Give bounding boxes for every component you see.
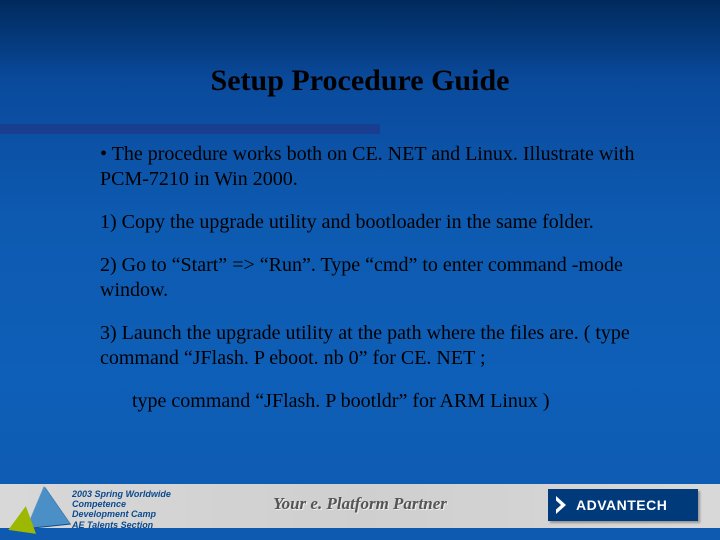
slide: Setup Procedure Guide • The procedure wo… bbox=[0, 0, 720, 540]
content-area: • The procedure works both on CE. NET an… bbox=[100, 142, 660, 432]
brand-text: ADVANTECH bbox=[576, 497, 667, 513]
advantech-logo: ADVANTECH bbox=[548, 489, 698, 521]
slide-title: Setup Procedure Guide bbox=[0, 64, 720, 98]
footer: 2003 Spring Worldwide Competence Develop… bbox=[0, 476, 720, 540]
accent-bar bbox=[0, 124, 380, 134]
chevron-icon bbox=[556, 496, 570, 514]
step-3: 3) Launch the upgrade utility at the pat… bbox=[100, 321, 660, 371]
step-3-cont: type command “JFlash. P bootldr” for ARM… bbox=[132, 389, 660, 414]
camp-line3: AE Talents Section bbox=[72, 520, 180, 530]
step-1: 1) Copy the upgrade utility and bootload… bbox=[100, 210, 660, 235]
step-2: 2) Go to “Start” => “Run”. Type “cmd” to… bbox=[100, 253, 660, 303]
intro-bullet: • The procedure works both on CE. NET an… bbox=[100, 142, 660, 192]
